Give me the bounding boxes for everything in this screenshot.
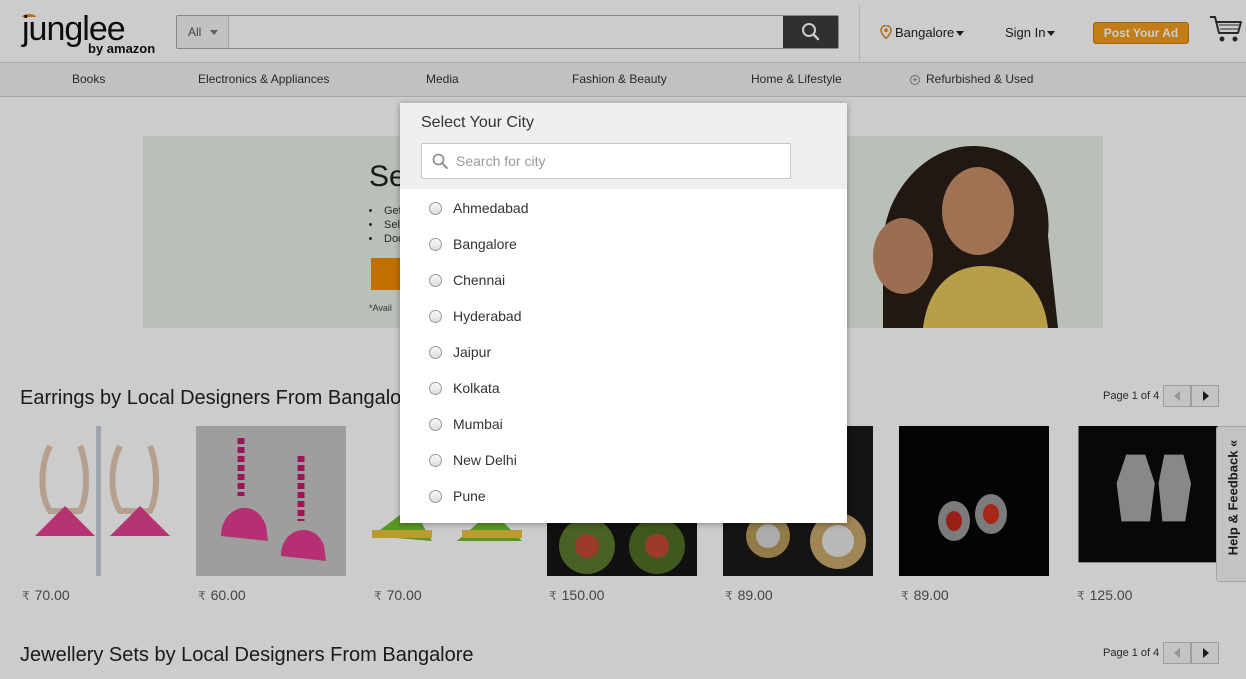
city-option-label: Chennai	[453, 272, 506, 288]
city-option-label: Hyderabad	[453, 308, 522, 324]
city-option-label: Mumbai	[453, 416, 503, 432]
radio-button[interactable]	[429, 310, 442, 323]
city-modal-title: Select Your City	[421, 114, 534, 131]
city-option-hyderabad[interactable]: Hyderabad	[429, 308, 809, 332]
city-modal-header: Select Your City	[400, 103, 847, 189]
search-icon	[432, 153, 448, 169]
city-search-box	[421, 143, 791, 179]
city-option-label: Bangalore	[453, 236, 517, 252]
city-option-bangalore[interactable]: Bangalore	[429, 236, 809, 260]
radio-button[interactable]	[429, 274, 442, 287]
radio-button[interactable]	[429, 490, 442, 503]
radio-button[interactable]	[429, 418, 442, 431]
city-option-label: Kolkata	[453, 380, 500, 396]
city-option-new-delhi[interactable]: New Delhi	[429, 452, 809, 476]
radio-button[interactable]	[429, 382, 442, 395]
city-option-label: New Delhi	[453, 452, 517, 468]
radio-button[interactable]	[429, 454, 442, 467]
radio-button[interactable]	[429, 346, 442, 359]
city-option-kolkata[interactable]: Kolkata	[429, 380, 809, 404]
city-option-jaipur[interactable]: Jaipur	[429, 344, 809, 368]
city-option-label: Jaipur	[453, 344, 492, 360]
city-option-chennai[interactable]: Chennai	[429, 272, 809, 296]
radio-button[interactable]	[429, 238, 442, 251]
city-select-modal: Select Your City Ahmedabad Bangalore Che…	[400, 103, 847, 523]
city-option-ahmedabad[interactable]: Ahmedabad	[429, 200, 809, 224]
city-option-label: Pune	[453, 488, 486, 504]
city-option-pune[interactable]: Pune	[429, 488, 809, 512]
radio-button[interactable]	[429, 202, 442, 215]
city-option-mumbai[interactable]: Mumbai	[429, 416, 809, 440]
city-option-label: Ahmedabad	[453, 200, 529, 216]
city-search-input[interactable]	[456, 144, 786, 178]
